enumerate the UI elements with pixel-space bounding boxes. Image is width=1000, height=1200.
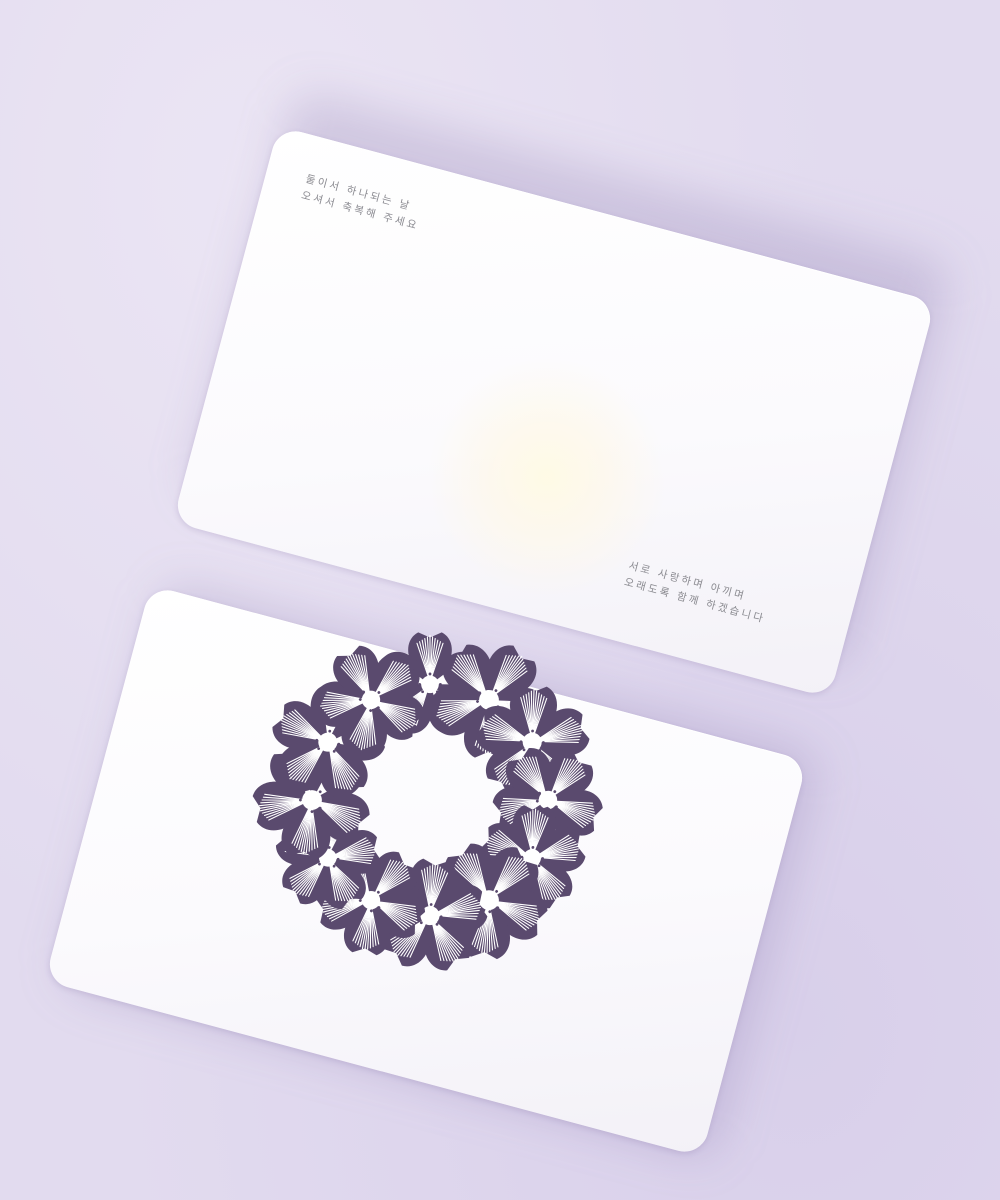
flower-wreath — [252, 632, 603, 971]
flower-center — [421, 675, 439, 694]
